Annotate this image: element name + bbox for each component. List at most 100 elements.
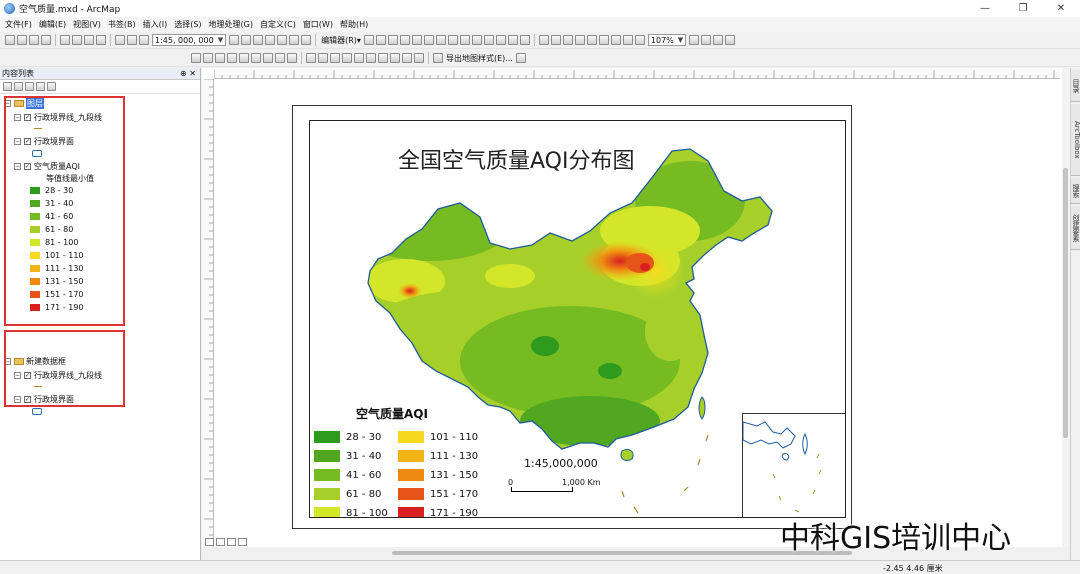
hyperlink-icon[interactable] [330,53,340,63]
aqi-class-item[interactable]: 101 - 110 [30,250,84,261]
data-frame-layers[interactable]: − 图层 [4,98,44,109]
list-by-visibility-icon[interactable] [25,82,34,91]
trace-icon[interactable] [411,35,422,45]
tab-arctoolbox[interactable]: ArcToolbox [1071,104,1080,176]
point-icon[interactable] [423,35,434,45]
toolbar-options-icon[interactable] [515,53,526,63]
editor-toolbar-icon[interactable] [229,35,240,45]
menu-selection[interactable]: 选择(S) [174,19,201,30]
fixed-zoom-in-icon[interactable] [598,35,609,45]
layout-zoom-select[interactable]: 107% ▼ [647,34,687,46]
menu-windows[interactable]: 窗口(W) [303,19,333,30]
edit-tool-icon[interactable] [363,35,374,45]
pin-icon[interactable]: ⊕ ✕ [180,69,196,78]
map-scale-select[interactable]: 1:45, 000, 000 ▼ [152,34,227,46]
menu-geoprocessing[interactable]: 地理处理(G) [209,19,253,30]
menu-help[interactable]: 帮助(H) [340,19,368,30]
collapse-icon[interactable]: − [4,358,11,365]
select-features-icon[interactable] [287,53,297,63]
endpoint-arc-icon[interactable] [399,35,410,45]
layout-canvas[interactable]: 全国空气质量AQI分布图 空气质量AQI 28 - 30 31 - 40 41 - … [214,79,1048,537]
zoom-whole-page-icon[interactable] [574,35,585,45]
next-extent-icon[interactable] [634,35,645,45]
menu-customize[interactable]: 自定义(C) [260,19,296,30]
new-icon[interactable] [5,35,15,45]
aqi-class-item[interactable]: 131 - 150 [30,276,84,287]
full-extent-icon[interactable] [227,53,237,63]
forward-extent-icon[interactable] [275,53,285,63]
collapse-icon[interactable]: − [14,372,21,379]
pan-icon[interactable] [215,53,225,63]
polygon-symbol[interactable] [32,406,42,417]
data-view-button[interactable] [205,538,214,546]
back-extent-icon[interactable] [263,53,273,63]
collapse-icon[interactable]: − [14,396,21,403]
rotate-icon[interactable] [483,35,494,45]
redo-icon[interactable] [127,35,137,45]
fixed-zoom-out-icon[interactable] [610,35,621,45]
layer-boundary-polygons[interactable]: − ✓ 行政境界面 [14,136,74,147]
menu-edit[interactable]: 编辑(E) [39,19,66,30]
layer-boundary-polygons[interactable]: − ✓ 行政境界面 [14,394,74,405]
zoom-in-icon[interactable] [191,53,201,63]
open-icon[interactable] [17,35,27,45]
fixed-zoom-out-icon[interactable] [251,53,261,63]
layer-aqi[interactable]: − ✓ 空气质量AQI [14,161,80,172]
print-icon[interactable] [41,35,51,45]
undo-icon[interactable] [115,35,125,45]
collapse-icon[interactable]: − [14,114,21,121]
layer-visibility-checkbox[interactable]: ✓ [24,372,31,379]
aqi-class-item[interactable]: 111 - 130 [30,263,84,274]
layout-zoom-out-icon[interactable] [550,35,561,45]
pause-drawing-button[interactable] [238,538,247,546]
tab-create-features[interactable]: 创建要素 [1071,206,1080,250]
reshape-icon[interactable] [447,35,458,45]
collapse-icon[interactable]: − [14,163,21,170]
find-route-icon[interactable] [378,53,388,63]
aqi-class-item[interactable]: 151 - 170 [30,289,84,300]
find-icon[interactable] [366,53,376,63]
menu-insert[interactable]: 插入(I) [143,19,168,30]
tab-search[interactable]: 搜索 [1071,178,1080,204]
scroll-thumb[interactable] [1063,168,1068,438]
list-by-selection-icon[interactable] [36,82,45,91]
refresh-button[interactable] [227,538,236,546]
menu-view[interactable]: 视图(V) [73,19,101,30]
cut-icon[interactable] [60,35,70,45]
cut-polygons-icon[interactable] [459,35,470,45]
select-elements-icon[interactable] [306,53,316,63]
map-data-frame[interactable]: 全国空气质量AQI分布图 空气质量AQI 28 - 30 31 - 40 41 - … [309,120,846,518]
export-map-icon[interactable] [433,53,443,63]
identify-icon[interactable] [318,53,328,63]
copy-icon[interactable] [72,35,82,45]
python-icon[interactable] [289,35,300,45]
data-frame-new[interactable]: − 新建数据框 [4,356,66,367]
previous-extent-icon[interactable] [622,35,633,45]
aqi-class-item[interactable]: 31 - 40 [30,198,73,209]
model-builder-icon[interactable] [301,35,312,45]
list-by-source-icon[interactable] [14,82,23,91]
data-driven-pages-icon[interactable] [725,35,736,45]
html-popup-icon[interactable] [342,53,352,63]
layer-visibility-checkbox[interactable]: ✓ [24,138,31,145]
line-symbol[interactable] [34,123,42,134]
aqi-class-item[interactable]: 171 - 190 [30,302,84,313]
measure-icon[interactable] [354,53,364,63]
table-of-contents-icon[interactable] [241,35,252,45]
layout-pan-icon[interactable] [562,35,573,45]
go-to-xy-icon[interactable] [390,53,400,63]
viewer-window-icon[interactable] [414,53,424,63]
toggle-draft-mode-icon[interactable] [689,35,700,45]
focus-data-frame-icon[interactable] [701,35,712,45]
sketch-properties-icon[interactable] [507,35,518,45]
time-slider-icon[interactable] [402,53,412,63]
aqi-class-item[interactable]: 81 - 100 [30,237,78,248]
menu-bookmarks[interactable]: 书签(B) [108,19,136,30]
attributes-icon[interactable] [495,35,506,45]
layer-visibility-checkbox[interactable]: ✓ [24,396,31,403]
maximize-icon[interactable]: ❐ [1004,0,1042,17]
vertical-scrollbar[interactable] [1062,68,1070,547]
edit-vertices-icon[interactable] [435,35,446,45]
polygon-symbol[interactable] [32,148,42,159]
add-data-icon[interactable] [139,35,149,45]
